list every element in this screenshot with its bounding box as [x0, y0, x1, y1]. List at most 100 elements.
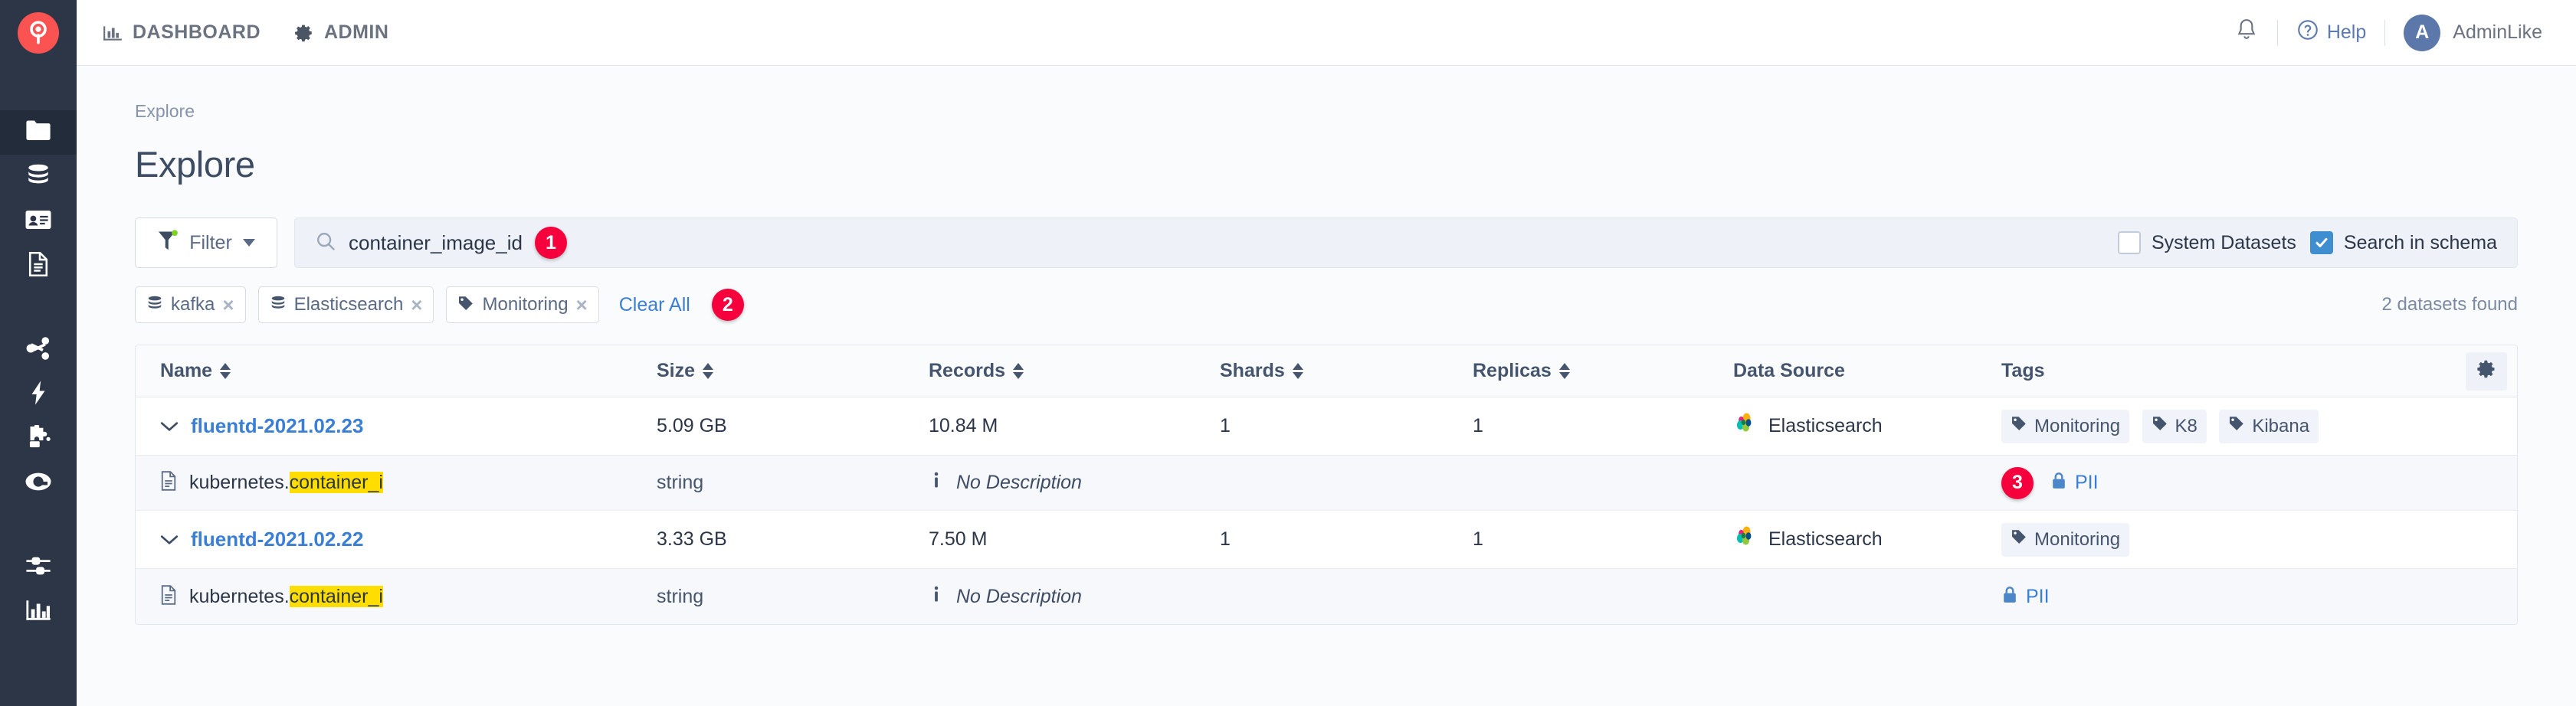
document-icon	[160, 471, 177, 495]
column-header-name-label: Name	[160, 360, 213, 381]
table-settings-button[interactable]	[2466, 351, 2507, 391]
search-toolbar: Filter container_image_id 1 System Datas…	[135, 217, 2518, 268]
filter-button[interactable]: Filter	[135, 217, 277, 268]
column-header-shards[interactable]: Shards	[1220, 360, 1473, 382]
nav-admin[interactable]: ADMIN	[294, 21, 388, 44]
field-row[interactable]: kubernetes.container_i string No Descrip…	[136, 456, 2517, 511]
tag-label: Monitoring	[2034, 415, 2121, 436]
question-circle-icon	[2296, 18, 2319, 47]
sidebar-item-document[interactable]	[0, 244, 77, 288]
pii-indicator[interactable]: PII	[2050, 471, 2099, 495]
table-row[interactable]: fluentd-2021.02.22 3.33 GB 7.50 M 1 1 El…	[136, 511, 2517, 569]
checkbox-system-datasets-label: System Datasets	[2151, 231, 2296, 253]
tag-icon	[2011, 415, 2027, 437]
sidebar-item-database[interactable]	[0, 155, 77, 199]
user-name-label: AdminLike	[2453, 21, 2542, 43]
filter-chip-kafka[interactable]: kafka ×	[135, 286, 246, 323]
sidebar-item-search-circle[interactable]	[0, 461, 77, 505]
tag-label: Kibana	[2252, 415, 2310, 436]
checkbox-system-datasets[interactable]: System Datasets	[2117, 231, 2296, 254]
help-button[interactable]: Help	[2296, 18, 2366, 47]
tag-icon	[2011, 528, 2027, 551]
bell-icon[interactable]	[2234, 18, 2259, 47]
breadcrumb[interactable]: Explore	[135, 101, 2518, 122]
field-type: string	[657, 472, 704, 493]
database-icon	[25, 162, 51, 192]
checkbox-search-in-schema-label: Search in schema	[2343, 231, 2497, 253]
sidebar-item-lightning[interactable]	[0, 372, 77, 417]
sidebar-item-settings-sliders[interactable]	[0, 545, 77, 590]
app-logo[interactable]	[0, 0, 77, 66]
active-filters: kafka × Elasticsearch × Monitoring × Cle…	[135, 286, 2518, 323]
checkbox-search-in-schema[interactable]: Search in schema	[2309, 231, 2497, 254]
column-header-replicas[interactable]: Replicas	[1473, 360, 1733, 382]
puzzle-piece-icon	[25, 423, 52, 453]
pii-label: PII	[2075, 472, 2099, 493]
filter-chip-monitoring[interactable]: Monitoring ×	[446, 286, 599, 323]
user-menu[interactable]: A AdminLike	[2404, 14, 2542, 51]
share-nodes-icon	[25, 336, 51, 364]
column-header-tags: Tags	[2001, 360, 2456, 382]
column-header-records[interactable]: Records	[929, 360, 1220, 382]
sliders-icon	[25, 555, 51, 580]
tag-label: Monitoring	[2034, 528, 2121, 550]
chip-remove-icon[interactable]: ×	[576, 295, 588, 315]
dataset-name-link[interactable]: fluentd-2021.02.22	[191, 528, 363, 551]
filter-chip-elasticsearch[interactable]: Elasticsearch ×	[257, 286, 434, 323]
table-row[interactable]: fluentd-2021.02.23 5.09 GB 10.84 M 1 1 E…	[136, 397, 2517, 456]
dataset-name-cell: fluentd-2021.02.22	[136, 528, 657, 551]
field-row[interactable]: kubernetes.container_i string No Descrip…	[136, 569, 2517, 624]
chip-remove-icon[interactable]: ×	[222, 295, 234, 315]
chevron-down-icon	[242, 239, 255, 247]
row-expander-chevron-down-icon[interactable]	[160, 534, 179, 546]
dataset-name-link[interactable]: fluentd-2021.02.23	[191, 414, 363, 438]
search-input[interactable]: container_image_id 1 System Datasets Sea…	[294, 217, 2518, 268]
column-header-size[interactable]: Size	[657, 360, 929, 382]
funnel-icon	[157, 229, 179, 257]
sort-icon	[1558, 363, 1570, 379]
dataset-data-source: Elasticsearch	[1733, 412, 2001, 440]
sidebar-item-puzzle[interactable]	[0, 417, 77, 461]
help-label: Help	[2326, 21, 2367, 43]
filter-label: Filter	[189, 231, 232, 253]
main-nav: DASHBOARD ADMIN	[103, 21, 388, 44]
nav-dashboard[interactable]: DASHBOARD	[103, 21, 261, 44]
bar-chart-icon	[103, 23, 123, 43]
sidebar-item-analytics[interactable]	[0, 590, 77, 634]
annotation-badge-1: 1	[534, 227, 567, 259]
dataset-tags: Monitoring	[2001, 522, 2456, 557]
annotation-badge-2: 2	[711, 289, 744, 321]
document-icon	[160, 584, 177, 609]
info-icon[interactable]	[929, 585, 944, 609]
info-icon[interactable]	[929, 471, 944, 495]
field-name-highlight: container_i	[289, 472, 383, 493]
chip-remove-icon[interactable]: ×	[411, 295, 422, 315]
field-name-label: kubernetes.container_i	[189, 585, 383, 608]
bar-chart-icon	[25, 599, 51, 626]
sidebar-item-share[interactable]	[0, 328, 77, 372]
sidebar-item-folder[interactable]	[0, 110, 77, 155]
main-content: Explore Explore Filter container_image_i…	[77, 66, 2576, 706]
id-card-icon	[25, 209, 52, 234]
data-source-label: Elasticsearch	[1768, 415, 1883, 436]
dataset-records: 10.84 M	[929, 415, 998, 436]
pii-indicator[interactable]: PII	[2001, 585, 2050, 609]
tag-chip[interactable]: Monitoring	[2001, 522, 2130, 557]
checkbox-box	[2117, 231, 2141, 254]
results-count-label: 2 datasets found	[2381, 294, 2518, 315]
column-header-name[interactable]: Name	[136, 360, 657, 382]
database-icon	[146, 295, 163, 315]
clear-all-button[interactable]: Clear All	[619, 294, 690, 316]
table-settings-cell	[2456, 351, 2517, 391]
row-expander-chevron-down-icon[interactable]	[160, 420, 179, 433]
tag-chip[interactable]: K8	[2142, 409, 2207, 443]
sidebar-item-id-card[interactable]	[0, 199, 77, 244]
nav-admin-label: ADMIN	[324, 21, 389, 43]
tag-chip[interactable]: Monitoring	[2001, 409, 2130, 443]
dataset-shards: 1	[1220, 528, 1231, 550]
search-circle-icon	[25, 470, 52, 497]
dataset-name-cell: fluentd-2021.02.23	[136, 414, 657, 438]
sort-icon	[703, 363, 714, 379]
lightning-bolt-icon	[28, 380, 48, 410]
tag-chip[interactable]: Kibana	[2219, 409, 2319, 443]
